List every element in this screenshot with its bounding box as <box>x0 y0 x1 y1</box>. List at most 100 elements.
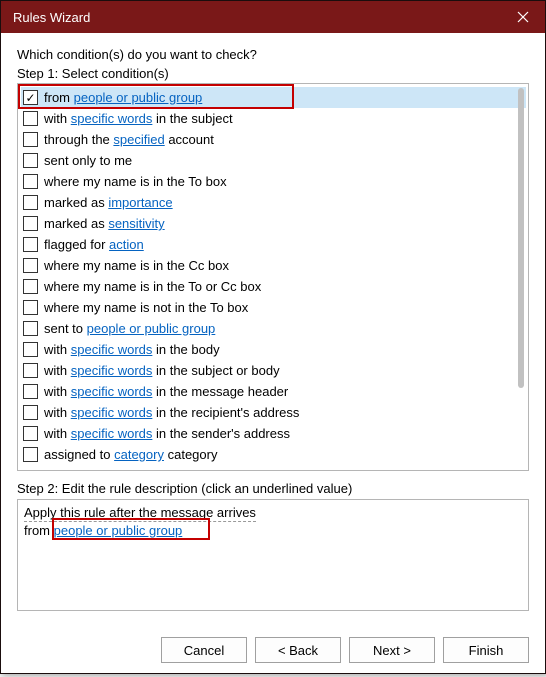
condition-checkbox[interactable] <box>23 237 38 252</box>
description-line1-text: Apply this rule after the message arrive… <box>24 505 256 522</box>
condition-text: where my name is not in the To box <box>44 297 524 318</box>
condition-text: marked as sensitivity <box>44 213 524 234</box>
condition-link[interactable]: people or public group <box>74 90 203 105</box>
condition-pre: with <box>44 426 71 441</box>
condition-text: where my name is in the Cc box <box>44 255 524 276</box>
condition-link[interactable]: specific words <box>71 111 153 126</box>
condition-text: with specific words in the recipient's a… <box>44 402 524 423</box>
condition-row[interactable]: where my name is not in the To box <box>21 297 526 318</box>
condition-row[interactable]: marked as sensitivity <box>21 213 526 234</box>
condition-post: in the sender's address <box>152 426 290 441</box>
condition-text: from people or public group <box>44 87 524 108</box>
condition-row[interactable]: where my name is in the To or Cc box <box>21 276 526 297</box>
condition-row[interactable]: through the specified account <box>21 129 526 150</box>
condition-checkbox[interactable] <box>23 258 38 273</box>
condition-text: with specific words in the body <box>44 339 524 360</box>
button-row: Cancel < Back Next > Finish <box>1 623 545 677</box>
condition-pre: flagged for <box>44 237 109 252</box>
condition-text: with specific words in the sender's addr… <box>44 423 524 444</box>
condition-checkbox[interactable] <box>23 195 38 210</box>
condition-row[interactable]: assigned to category category <box>21 444 526 465</box>
condition-checkbox[interactable] <box>23 447 38 462</box>
condition-post: in the message header <box>152 384 288 399</box>
condition-row[interactable]: marked as importance <box>21 192 526 213</box>
condition-checkbox[interactable] <box>23 426 38 441</box>
condition-checkbox[interactable] <box>23 279 38 294</box>
condition-text: with specific words in the subject or bo… <box>44 360 524 381</box>
description-link-people[interactable]: people or public group <box>54 523 183 540</box>
condition-row[interactable]: where my name is in the To box <box>21 171 526 192</box>
condition-checkbox[interactable] <box>23 174 38 189</box>
condition-post: in the subject or body <box>152 363 279 378</box>
condition-checkbox[interactable] <box>23 300 38 315</box>
condition-checkbox[interactable] <box>23 405 38 420</box>
condition-pre: assigned to <box>44 447 114 462</box>
condition-text: through the specified account <box>44 129 524 150</box>
condition-text: where my name is in the To box <box>44 171 524 192</box>
rule-description-box: Apply this rule after the message arrive… <box>17 499 529 611</box>
condition-link[interactable]: specific words <box>71 405 153 420</box>
condition-checkbox[interactable] <box>23 90 38 105</box>
conditions-list-wrap: from people or public groupwith specific… <box>17 83 529 471</box>
condition-pre: with <box>44 342 71 357</box>
condition-pre: through the <box>44 132 113 147</box>
condition-link[interactable]: specific words <box>71 426 153 441</box>
condition-row[interactable]: from people or public group <box>21 87 526 108</box>
condition-link[interactable]: people or public group <box>87 321 216 336</box>
condition-row[interactable]: with specific words in the subject or bo… <box>21 360 526 381</box>
condition-checkbox[interactable] <box>23 111 38 126</box>
condition-pre: with <box>44 363 71 378</box>
condition-row[interactable]: sent only to me <box>21 150 526 171</box>
condition-post: category <box>164 447 217 462</box>
condition-row[interactable]: flagged for action <box>21 234 526 255</box>
next-button[interactable]: Next > <box>349 637 435 663</box>
condition-pre: where my name is in the To or Cc box <box>44 279 261 294</box>
step1-label: Step 1: Select condition(s) <box>17 66 529 81</box>
condition-link[interactable]: specific words <box>71 342 153 357</box>
condition-row[interactable]: sent to people or public group <box>21 318 526 339</box>
scrollbar-thumb[interactable] <box>518 88 524 388</box>
cancel-button[interactable]: Cancel <box>161 637 247 663</box>
condition-post: in the subject <box>152 111 232 126</box>
finish-button[interactable]: Finish <box>443 637 529 663</box>
condition-pre: sent only to me <box>44 153 132 168</box>
condition-link[interactable]: sensitivity <box>108 216 164 231</box>
condition-text: sent to people or public group <box>44 318 524 339</box>
condition-checkbox[interactable] <box>23 216 38 231</box>
conditions-list-inner: from people or public groupwith specific… <box>18 84 528 468</box>
condition-pre: with <box>44 384 71 399</box>
condition-link[interactable]: specified <box>113 132 164 147</box>
description-line1: Apply this rule after the message arrive… <box>24 504 522 522</box>
condition-pre: with <box>44 405 71 420</box>
condition-link[interactable]: importance <box>108 195 172 210</box>
conditions-listbox[interactable]: from people or public groupwith specific… <box>17 83 529 471</box>
close-button[interactable] <box>501 1 545 33</box>
condition-pre: where my name is not in the To box <box>44 300 248 315</box>
condition-row[interactable]: with specific words in the message heade… <box>21 381 526 402</box>
condition-checkbox[interactable] <box>23 384 38 399</box>
condition-checkbox[interactable] <box>23 153 38 168</box>
condition-row[interactable]: with specific words in the recipient's a… <box>21 402 526 423</box>
title-bar: Rules Wizard <box>1 1 545 33</box>
condition-checkbox[interactable] <box>23 363 38 378</box>
condition-row[interactable]: where my name is in the Cc box <box>21 255 526 276</box>
condition-link[interactable]: specific words <box>71 363 153 378</box>
step2-label: Step 2: Edit the rule description (click… <box>17 481 529 496</box>
condition-row[interactable]: with specific words in the sender's addr… <box>21 423 526 444</box>
close-icon <box>517 11 529 23</box>
condition-text: with specific words in the subject <box>44 108 524 129</box>
condition-link[interactable]: specific words <box>71 384 153 399</box>
condition-checkbox[interactable] <box>23 132 38 147</box>
condition-row[interactable]: with specific words in the body <box>21 339 526 360</box>
back-button[interactable]: < Back <box>255 637 341 663</box>
condition-link[interactable]: action <box>109 237 144 252</box>
condition-row[interactable]: with specific words in the subject <box>21 108 526 129</box>
prompt-text: Which condition(s) do you want to check? <box>17 47 529 62</box>
condition-checkbox[interactable] <box>23 342 38 357</box>
condition-post: account <box>165 132 214 147</box>
condition-post: in the recipient's address <box>152 405 299 420</box>
condition-link[interactable]: category <box>114 447 164 462</box>
condition-pre: marked as <box>44 195 108 210</box>
dialog-content: Which condition(s) do you want to check?… <box>1 33 545 623</box>
condition-checkbox[interactable] <box>23 321 38 336</box>
